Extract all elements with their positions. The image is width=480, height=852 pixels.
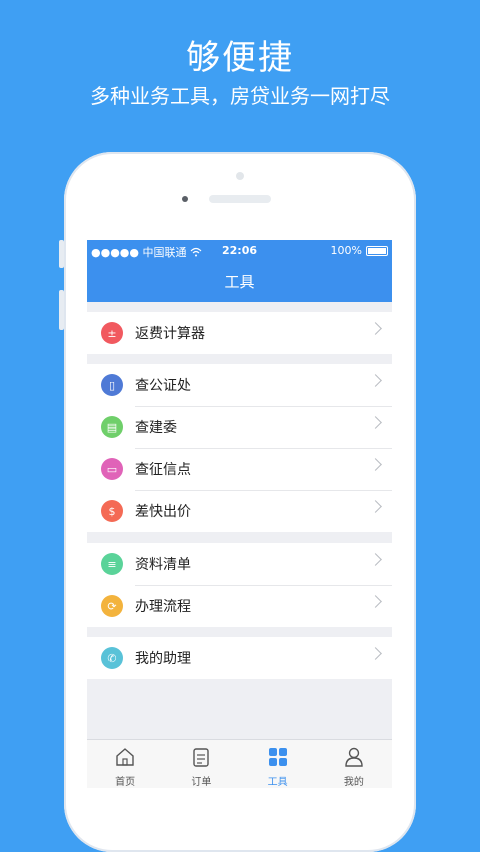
home-icon bbox=[114, 746, 136, 773]
tab-label: 我的 bbox=[343, 777, 364, 788]
menu-item[interactable]: ▭ 查征信点 bbox=[87, 448, 392, 490]
clipboard-icon bbox=[190, 746, 212, 773]
battery-percent: 100% bbox=[330, 244, 362, 257]
front-sensor bbox=[236, 172, 244, 180]
menu-item[interactable]: ± 返费计算器 bbox=[87, 312, 392, 354]
volume-up-button bbox=[59, 290, 64, 330]
promo-headline: 够便捷 bbox=[186, 38, 294, 78]
tab-clipboard[interactable]: 订单 bbox=[163, 740, 239, 788]
dollar-icon: $ bbox=[101, 500, 123, 522]
menu-item-label: 查征信点 bbox=[135, 462, 191, 478]
chevron-right-icon bbox=[369, 458, 382, 471]
tab-label: 首页 bbox=[115, 777, 136, 788]
mute-switch bbox=[59, 240, 64, 268]
tab-user[interactable]: 我的 bbox=[316, 740, 392, 788]
refresh-icon: ⟳ bbox=[101, 595, 123, 617]
front-camera bbox=[182, 196, 188, 202]
user-icon bbox=[343, 746, 365, 773]
chevron-right-icon bbox=[369, 647, 382, 660]
chevron-right-icon bbox=[369, 553, 382, 566]
tab-home[interactable]: 首页 bbox=[87, 740, 163, 788]
chevron-right-icon bbox=[369, 322, 382, 335]
menu-item-label: 办理流程 bbox=[135, 599, 191, 615]
calculator-icon: ± bbox=[101, 322, 123, 344]
tab-bar: 首页 订单 工具 我的 bbox=[87, 739, 392, 788]
app-bar: ●●●●● 中国联通 22:06 100% 工具 bbox=[87, 240, 392, 302]
menu-item[interactable]: ⟳ 办理流程 bbox=[87, 585, 392, 627]
tab-grid[interactable]: 工具 bbox=[240, 740, 316, 788]
chevron-right-icon bbox=[369, 595, 382, 608]
menu-item-label: 我的助理 bbox=[135, 651, 191, 667]
menu-item-label: 查建委 bbox=[135, 420, 177, 436]
menu-item-label: 资料清单 bbox=[135, 557, 191, 573]
menu-group: ▯ 查公证处 ▤ 查建委 ▭ 查征信点 $ 差快出价 bbox=[87, 364, 392, 532]
menu-item-label: 查公证处 bbox=[135, 378, 191, 394]
building-icon: ▤ bbox=[101, 416, 123, 438]
menu-group: ≡ 资料清单 ⟳ 办理流程 bbox=[87, 543, 392, 627]
menu-item-label: 差快出价 bbox=[135, 504, 191, 520]
menu-item[interactable]: ▯ 查公证处 bbox=[87, 364, 392, 406]
grid-icon bbox=[267, 746, 289, 773]
menu-item-label: 返费计算器 bbox=[135, 326, 205, 342]
tab-label: 订单 bbox=[191, 777, 212, 788]
battery-icon bbox=[366, 245, 388, 256]
earpiece-speaker bbox=[209, 195, 271, 203]
status-right: 100% bbox=[331, 244, 388, 257]
list-icon: ≡ bbox=[101, 553, 123, 575]
menu-item[interactable]: ▤ 查建委 bbox=[87, 406, 392, 448]
chevron-right-icon bbox=[369, 416, 382, 429]
phone-icon: ✆ bbox=[101, 647, 123, 669]
chevron-right-icon bbox=[369, 374, 382, 387]
menu-group: ± 返费计算器 bbox=[87, 312, 392, 354]
app-screen: ●●●●● 中国联通 22:06 100% 工具 ± 返费计算器 ▯ 查公证处 ▤ 查建委… bbox=[87, 240, 392, 788]
menu-item[interactable]: $ 差快出价 bbox=[87, 490, 392, 532]
menu-item[interactable]: ≡ 资料清单 bbox=[87, 543, 392, 585]
bookmark-icon: ▯ bbox=[101, 374, 123, 396]
card-icon: ▭ bbox=[101, 458, 123, 480]
menu-item[interactable]: ✆ 我的助理 bbox=[87, 637, 392, 679]
promo-subline: 多种业务工具，房贷业务一网打尽 bbox=[90, 84, 390, 108]
tab-label: 工具 bbox=[267, 777, 288, 788]
chevron-right-icon bbox=[369, 500, 382, 513]
menu-group: ✆ 我的助理 bbox=[87, 637, 392, 679]
page-title: 工具 bbox=[224, 273, 255, 291]
status-bar: ●●●●● 中国联通 22:06 100% bbox=[87, 240, 392, 262]
